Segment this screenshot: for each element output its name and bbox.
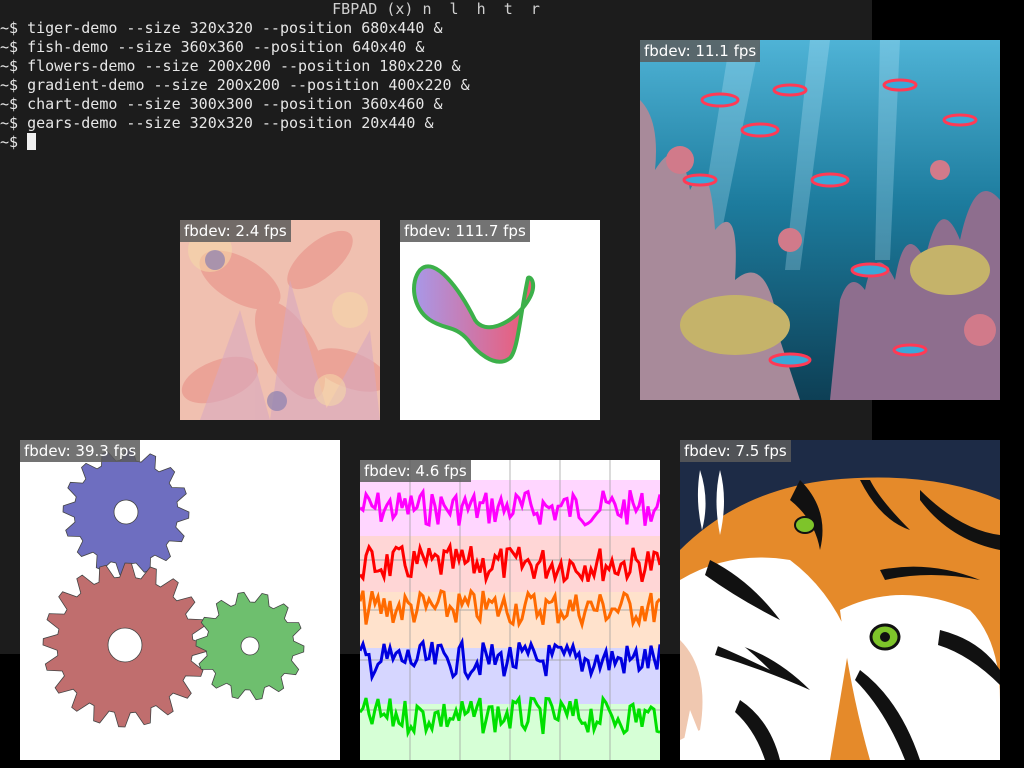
fish-demo-window[interactable]: fbdev: 11.1 fps [640,40,1000,400]
fps-label: fbdev: 39.3 fps [20,440,141,462]
fps-label: fbdev: 7.5 fps [680,440,791,462]
terminal-title: FBPAD (x) n l h t r [332,0,540,18]
green-gear [195,591,305,701]
terminal-line: ~$ gradient-demo --size 200x200 --positi… [0,76,470,94]
terminal-output: ~$ tiger-demo --size 320x320 --position … [0,19,470,152]
terminal-prompt: ~$ [0,133,28,151]
fps-label: fbdev: 11.1 fps [640,40,761,62]
gradient-demo-window[interactable]: fbdev: 111.7 fps [400,220,600,420]
terminal-line: ~$ gears-demo --size 320x320 --position … [0,114,434,132]
terminal-cursor[interactable] [27,133,37,150]
fps-label: fbdev: 111.7 fps [400,220,530,242]
terminal-line: ~$ flowers-demo --size 200x200 --positio… [0,57,461,75]
chart-scene [360,460,660,760]
terminal-line: ~$ chart-demo --size 300x300 --position … [0,95,443,113]
tiger-scene [680,470,1000,760]
fps-label: fbdev: 2.4 fps [180,220,291,242]
chart-demo-window[interactable]: fbdev: 4.6 fps [360,460,660,760]
tiger-demo-window[interactable]: fbdev: 7.5 fps [680,440,1000,760]
aquarium-scene [640,40,1000,400]
red-gear [42,562,208,728]
terminal-line: ~$ fish-demo --size 360x360 --position 6… [0,38,425,56]
gears-scene [42,448,305,728]
terminal-line: ~$ tiger-demo --size 320x320 --position … [0,19,443,37]
flowers-demo-window[interactable]: fbdev: 2.4 fps [180,220,380,420]
gradient-scene [412,264,536,364]
fps-label: fbdev: 4.6 fps [360,460,471,482]
terminal-prompt-line[interactable]: ~$ [0,133,470,152]
flowers-scene [180,220,380,420]
blue-gear [62,448,190,576]
gears-demo-window[interactable]: fbdev: 39.3 fps [20,440,340,760]
